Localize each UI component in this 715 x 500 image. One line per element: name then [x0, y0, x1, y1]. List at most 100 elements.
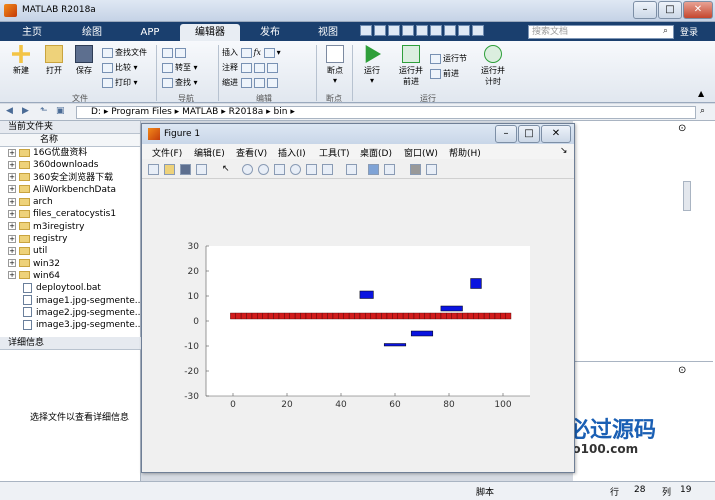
browse-icon[interactable]: ▣ [56, 106, 65, 116]
folder-item[interactable]: +16G优盘资料 [0, 147, 140, 159]
expand-icon[interactable]: + [8, 259, 16, 268]
fig-menu-view[interactable]: 查看(V) [236, 146, 267, 159]
qa-switch-icon[interactable] [444, 25, 456, 36]
zoom-out-icon[interactable] [258, 164, 269, 175]
save-figure-icon[interactable] [180, 164, 191, 175]
expand-icon[interactable]: + [8, 173, 16, 182]
legend-icon[interactable] [384, 164, 395, 175]
up-folder-icon[interactable]: ⬑ [40, 106, 48, 116]
forward-icon[interactable]: ▶ [22, 106, 29, 116]
fig-menu-dock-icon[interactable]: ↘ [560, 146, 568, 156]
tab-view[interactable]: 视图 [304, 24, 352, 41]
minimize-button[interactable]: – [633, 1, 657, 19]
open-file-icon[interactable] [164, 164, 175, 175]
qa-cut-icon[interactable] [374, 25, 386, 36]
print-button[interactable]: 打印 ▾ [102, 75, 147, 90]
fig-menu-help[interactable]: 帮助(H) [449, 146, 481, 159]
expand-icon[interactable]: + [8, 234, 16, 243]
nav-back-forward[interactable] [162, 45, 198, 60]
goto-button[interactable]: 转至 ▾ [162, 60, 198, 75]
maximize-button[interactable]: □ [658, 1, 682, 19]
colorbar-icon[interactable] [368, 164, 379, 175]
rotate-icon[interactable] [290, 164, 301, 175]
search-path-icon[interactable]: ⌕ [700, 106, 705, 116]
find-file-button[interactable]: 查找文件 [102, 45, 147, 60]
fig-menu-window[interactable]: 窗口(W) [404, 146, 438, 159]
folder-item[interactable]: + win32 [0, 258, 140, 270]
qa-redo-icon[interactable] [430, 25, 442, 36]
fig-menu-desktop[interactable]: 桌面(D) [360, 146, 392, 159]
zoom-in-icon[interactable] [242, 164, 253, 175]
insert-button[interactable]: 插入 fx ▾ [222, 45, 281, 60]
qa-refresh-icon[interactable] [458, 25, 470, 36]
qa-save-icon[interactable] [360, 25, 372, 36]
compare-button[interactable]: 比较 ▾ [102, 60, 147, 75]
find-button[interactable]: 查找 ▾ [162, 75, 198, 90]
pointer-icon[interactable]: ↖ [222, 164, 233, 175]
indent-button[interactable]: 缩进 [222, 75, 281, 90]
path-field[interactable]: D: ▸ Program Files ▸ MATLAB ▸ R2018a ▸ b… [76, 106, 696, 119]
expand-icon[interactable]: + [8, 271, 16, 280]
fig-menu-edit[interactable]: 编辑(E) [194, 146, 225, 159]
login-link[interactable]: 登录 [680, 25, 698, 38]
brush-icon[interactable] [322, 164, 333, 175]
expand-icon[interactable]: + [8, 148, 16, 157]
scrollbar-thumb[interactable] [683, 181, 691, 211]
qa-paste-icon[interactable] [402, 25, 414, 36]
back-icon[interactable]: ◀ [6, 106, 13, 116]
fig-close-button[interactable]: ✕ [541, 125, 571, 143]
ribbon-collapse-icon[interactable]: ▲ [698, 89, 704, 98]
tab-publish[interactable]: 发布 [246, 24, 294, 41]
folder-item[interactable]: + util [0, 245, 140, 257]
pan-hand-icon[interactable] [274, 164, 285, 175]
file-item[interactable]: image2.jpg-segmente... [0, 307, 143, 319]
link-plot-icon[interactable] [346, 164, 357, 175]
tab-plots[interactable]: 绘图 [68, 24, 116, 41]
name-column-header[interactable]: 名称 [0, 134, 140, 147]
show-tools-icon[interactable] [426, 164, 437, 175]
folder-item[interactable]: + win64 [0, 270, 140, 282]
folder-item[interactable]: + arch [0, 196, 140, 208]
file-item[interactable]: deploytool.bat [0, 282, 140, 294]
expand-icon[interactable]: + [8, 246, 16, 255]
folder-item[interactable]: + m3iregistry [0, 221, 140, 233]
print-figure-icon[interactable] [196, 164, 207, 175]
run-time-button[interactable]: 运行并 计时 [478, 45, 508, 87]
folder-item[interactable]: +360downloads [0, 159, 140, 171]
folder-item[interactable]: + files_ceratocystis1 [0, 208, 140, 220]
file-item[interactable]: image3.jpg-segmente... [0, 319, 143, 331]
qa-help-icon[interactable] [472, 25, 484, 36]
qa-copy-icon[interactable] [388, 25, 400, 36]
tab-home[interactable]: 主页 [8, 24, 56, 41]
data-cursor-icon[interactable] [306, 164, 317, 175]
comment-button[interactable]: 注释 [222, 60, 281, 75]
fig-minimize-button[interactable]: – [495, 125, 517, 143]
breakpoint-button[interactable]: 断点 ▾ [322, 45, 348, 85]
file-item[interactable]: image1.jpg-segmente... [0, 295, 143, 307]
pane-menu-icon[interactable]: ⊙ [678, 123, 686, 134]
fig-menu-file[interactable]: 文件(F) [152, 146, 182, 159]
run-advance-button[interactable]: 运行并 前进 [396, 45, 426, 87]
hide-tools-icon[interactable] [410, 164, 421, 175]
new-button[interactable]: 新建 [6, 45, 36, 76]
folder-item[interactable]: + AliWorkbenchData [0, 184, 140, 196]
open-button[interactable]: 打开 [40, 45, 68, 76]
tab-apps[interactable]: APP [124, 24, 176, 41]
run-button[interactable]: 运行 ▾ [358, 45, 386, 85]
qa-undo-icon[interactable] [416, 25, 428, 36]
fig-menu-insert[interactable]: 插入(I) [278, 146, 306, 159]
expand-icon[interactable]: + [8, 185, 16, 194]
expand-icon[interactable]: + [8, 160, 16, 169]
expand-icon[interactable]: + [8, 222, 16, 231]
fig-maximize-button[interactable]: □ [518, 125, 540, 143]
new-figure-icon[interactable] [148, 164, 159, 175]
folder-item[interactable]: + registry [0, 233, 140, 245]
search-icon[interactable]: ⌕ [663, 26, 668, 36]
run-section-button[interactable]: 运行节 [430, 51, 467, 66]
expand-icon[interactable]: + [8, 197, 16, 206]
save-button[interactable]: 保存 [70, 45, 98, 76]
pane-menu-icon[interactable]: ⊙ [678, 365, 686, 376]
close-button[interactable]: ✕ [683, 1, 713, 19]
folder-item[interactable]: +360安全浏览器下载 [0, 172, 140, 184]
tab-editor[interactable]: 编辑器 [180, 24, 240, 41]
